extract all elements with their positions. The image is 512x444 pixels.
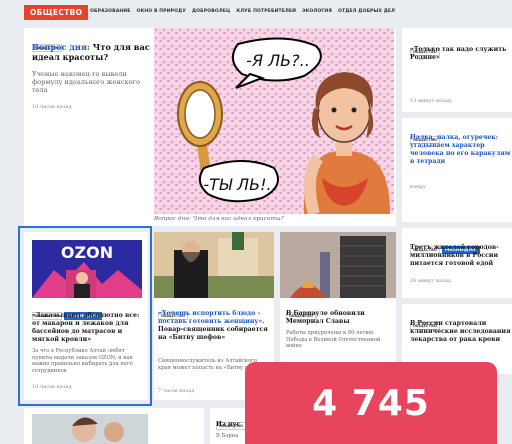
news-card[interactable]: ОБЩЕСТВО РЕКОМЕНДУЕМ Третъ жителей городо… bbox=[402, 228, 512, 298]
news-lead: Работы приурочены к 80-летию Победы в Ве… bbox=[286, 330, 381, 349]
view-counter: 4 745 bbox=[245, 362, 497, 444]
news-card-bottom-photo[interactable] bbox=[24, 408, 204, 444]
nav-item-education[interactable]: ОБРАЗОВАНИЕ bbox=[90, 9, 130, 14]
news-title[interactable]: Третъ жителей городов-миллионников в Рос… bbox=[410, 244, 512, 268]
feature-title[interactable]: Вопрос дня: Что для вас идеал красоты? bbox=[32, 42, 150, 62]
news-card[interactable]: ОБЩЕСТВО Палка, палка, огуречек: угадыва… bbox=[402, 118, 512, 222]
news-card[interactable]: ОБЩЕСТВО «Только так надо служить Родине… bbox=[402, 28, 512, 112]
news-title-quote[interactable]: «Хочешь испортить блюдо – поставь готови… bbox=[158, 310, 264, 325]
news-card-memorial[interactable]: ОБЩЕСТВО В Барнауле обновили Мемориал Сл… bbox=[280, 232, 396, 362]
feature-lead: Ученые наконец-то вывели формулу идеальн… bbox=[32, 70, 141, 94]
feature-illustration[interactable]: -Я ЛЬ?.. -ТЫ ЛЬ!.. bbox=[154, 28, 394, 214]
news-title[interactable]: В России стартовали клинические исследов… bbox=[410, 320, 512, 344]
people-photo-image bbox=[24, 408, 204, 444]
nav-item-ecology[interactable]: ЭКОЛОГИЯ bbox=[302, 9, 332, 14]
news-time: 13 минут назад bbox=[410, 98, 451, 104]
svg-text:-Я ЛЬ?..: -Я ЛЬ?.. bbox=[246, 51, 310, 70]
news-title[interactable]: Из пус bbox=[216, 420, 240, 429]
news-title[interactable]: В Барнауле обновили Мемориал Славы bbox=[286, 310, 390, 326]
memorial-image bbox=[280, 232, 396, 298]
card-highlight-frame bbox=[18, 226, 152, 406]
news-title-rest[interactable]: Повар-священник собирается на «Битву шеф… bbox=[158, 326, 268, 341]
news-time: вчера bbox=[410, 184, 426, 190]
svg-text:-ТЫ ЛЬ!..: -ТЫ ЛЬ!.. bbox=[203, 175, 276, 194]
nav-item-volunteer[interactable]: ДОБРОВОЛЕЦ bbox=[192, 9, 230, 14]
section-header: ОБЩЕСТВО ОБРАЗОВАНИЕ ОКНО В ПРИРОДУ ДОБР… bbox=[0, 0, 512, 26]
news-time: 7 часов назад bbox=[158, 388, 195, 394]
priest-church-image bbox=[154, 232, 274, 298]
news-time: 16 минут назад bbox=[410, 278, 451, 284]
speech-bubble-2: -ТЫ ЛЬ!.. bbox=[198, 160, 279, 203]
feature-time: 10 часов назад bbox=[32, 104, 72, 110]
feature-title-prefix[interactable]: Вопрос дня: bbox=[32, 42, 90, 52]
section-nav: ОБРАЗОВАНИЕ ОКНО В ПРИРОДУ ДОБРОВОЛЕЦ КЛ… bbox=[90, 9, 395, 14]
news-title[interactable]: Палка, палка, огуречек: угадываем характ… bbox=[410, 134, 512, 166]
feature-caption: Вопрос дня: Что для вас идеал красоты? bbox=[154, 216, 284, 222]
priest-photo[interactable] bbox=[154, 232, 274, 298]
news-title[interactable]: «Только так надо служить Родине» bbox=[410, 46, 510, 62]
section-badge[interactable]: ОБЩЕСТВО bbox=[24, 5, 89, 20]
feature-card[interactable]: ОБЩЕСТВО Вопрос дня: Что для вас идеал к… bbox=[24, 28, 396, 226]
nav-item-good-deeds[interactable]: ОТДЕЛ ДОБРЫХ ДЕЛ bbox=[338, 9, 395, 14]
nav-item-consumers[interactable]: КЛУБ ПОТРЕБИТЕЛЕЙ bbox=[236, 9, 296, 14]
nav-item-nature[interactable]: ОКНО В ПРИРОДУ bbox=[136, 9, 185, 14]
memorial-photo[interactable] bbox=[280, 232, 396, 298]
news-title[interactable]: «Хочешь испортить блюдо – поставь готови… bbox=[158, 310, 270, 342]
cartoon-woman-mirror-image: -Я ЛЬ?.. -ТЫ ЛЬ!.. bbox=[154, 28, 394, 214]
news-lead: В Барна bbox=[216, 433, 239, 439]
